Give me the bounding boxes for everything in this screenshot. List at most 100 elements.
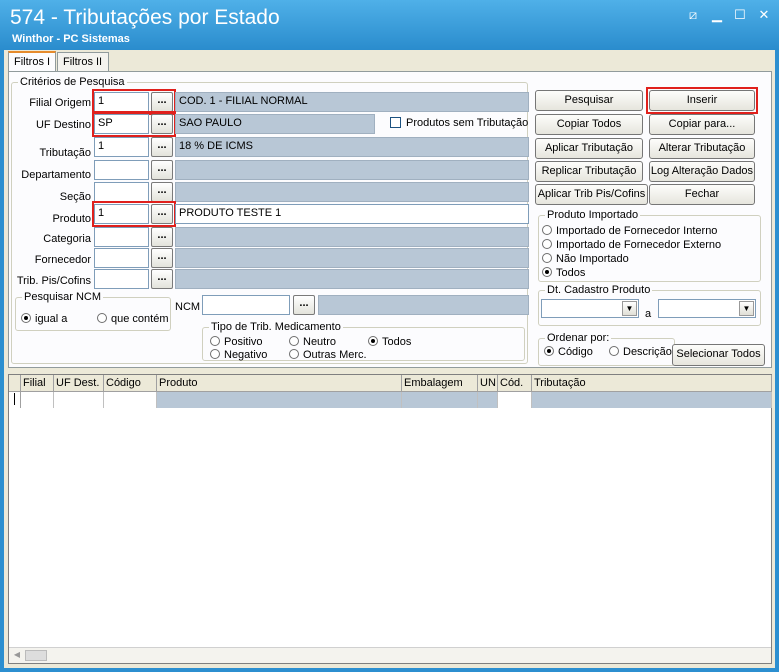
tipo-negativo-radio[interactable]: Negativo bbox=[210, 349, 267, 361]
nao-importado-label: Não Importado bbox=[556, 253, 629, 265]
dt-cadastro-a-label: a bbox=[645, 308, 652, 320]
grid-cell[interactable] bbox=[498, 392, 532, 408]
grid-header-un[interactable]: UN bbox=[478, 375, 498, 392]
tipo-positivo-radio[interactable]: Positivo bbox=[210, 336, 263, 348]
fornecedor-input[interactable] bbox=[94, 248, 149, 268]
horizontal-scrollbar[interactable]: ◀ bbox=[9, 647, 771, 663]
ordenar-descricao-radio[interactable]: Descrição bbox=[609, 346, 672, 358]
tributacao-input[interactable]: 1 bbox=[94, 137, 149, 157]
pesquisar-ncm-label: Pesquisar NCM bbox=[22, 291, 104, 303]
ordenar-codigo-radio[interactable]: Código bbox=[544, 346, 593, 358]
departamento-input[interactable] bbox=[94, 160, 149, 180]
selecionar-todos-button[interactable]: Selecionar Todos bbox=[672, 344, 765, 366]
radio-icon bbox=[289, 336, 299, 346]
categoria-desc bbox=[175, 227, 529, 247]
fornecedor-lookup-button[interactable]: ... bbox=[151, 248, 173, 268]
grid-header-tributacao[interactable]: Tributação bbox=[532, 375, 772, 392]
ncm-input[interactable] bbox=[202, 295, 290, 315]
results-grid[interactable]: Filial UF Dest. Código Produto Embalagem… bbox=[8, 374, 772, 664]
scroll-left-icon[interactable]: ◀ bbox=[11, 650, 23, 661]
copiar-todos-button[interactable]: Copiar Todos bbox=[535, 114, 643, 135]
importado-todos-radio[interactable]: Todos bbox=[542, 267, 585, 279]
grid-cell[interactable] bbox=[21, 392, 54, 408]
replicar-tributacao-button[interactable]: Replicar Tributação bbox=[535, 161, 643, 182]
grid-indicator-header bbox=[9, 375, 21, 392]
trib-pis-lookup-button[interactable]: ... bbox=[151, 269, 173, 289]
ncm-desc bbox=[318, 295, 529, 315]
grid-header-codigo[interactable]: Código bbox=[104, 375, 157, 392]
grid-cell[interactable] bbox=[157, 392, 402, 408]
grid-cell[interactable] bbox=[478, 392, 498, 408]
departamento-label: Departamento bbox=[21, 169, 91, 181]
highlight-inserir bbox=[646, 87, 758, 114]
aplicar-tributacao-button[interactable]: Aplicar Tributação bbox=[535, 138, 643, 159]
grid-header-produto[interactable]: Produto bbox=[157, 375, 402, 392]
categoria-lookup-button[interactable]: ... bbox=[151, 227, 173, 247]
ncm-igual-radio[interactable]: igual a bbox=[21, 313, 67, 325]
dt-cadastro-label: Dt. Cadastro Produto bbox=[545, 284, 653, 296]
secao-input[interactable] bbox=[94, 182, 149, 202]
filtros-panel: Critérios de Pesquisa Filial Origem 1 ..… bbox=[8, 71, 772, 368]
scroll-thumb[interactable] bbox=[25, 650, 47, 661]
grid-cell[interactable] bbox=[104, 392, 157, 408]
categoria-label: Categoria bbox=[43, 233, 91, 245]
importado-interno-label: Importado de Fornecedor Interno bbox=[556, 225, 718, 237]
tipo-todos-radio[interactable]: Todos bbox=[368, 336, 411, 348]
ordenar-label: Ordenar por: bbox=[545, 332, 612, 344]
trib-pis-desc bbox=[175, 269, 529, 289]
importado-externo-radio[interactable]: Importado de Fornecedor Externo bbox=[542, 239, 721, 251]
tributacao-lookup-button[interactable]: ... bbox=[151, 137, 173, 157]
copiar-para-button[interactable]: Copiar para... bbox=[649, 114, 755, 135]
tipo-positivo-label: Positivo bbox=[224, 336, 263, 348]
restore-icon[interactable]: ⧄ bbox=[686, 8, 700, 22]
close-icon[interactable]: ✕ bbox=[757, 8, 771, 22]
grid-cell[interactable] bbox=[402, 392, 478, 408]
criterios-label: Critérios de Pesquisa bbox=[18, 76, 127, 88]
tab-filtros-1[interactable]: Filtros I bbox=[8, 51, 56, 72]
grid-header-uf-dest[interactable]: UF Dest. bbox=[54, 375, 104, 392]
radio-icon bbox=[97, 313, 107, 323]
grid-header-cod[interactable]: Cód. bbox=[498, 375, 532, 392]
importado-externo-label: Importado de Fornecedor Externo bbox=[556, 239, 722, 251]
secao-lookup-button[interactable]: ... bbox=[151, 182, 173, 202]
trib-pis-input[interactable] bbox=[94, 269, 149, 289]
aplicar-trib-pis-button[interactable]: Aplicar Trib Pis/Cofins bbox=[535, 184, 648, 205]
window-subtitle: Winthor - PC Sistemas bbox=[12, 33, 130, 45]
minimize-icon[interactable]: ▁ bbox=[710, 8, 724, 22]
ordenar-codigo-label: Código bbox=[558, 346, 593, 358]
alterar-tributacao-button[interactable]: Alterar Tributação bbox=[649, 138, 755, 159]
categoria-input[interactable] bbox=[94, 227, 149, 247]
tributacao-desc: 18 % DE ICMS bbox=[175, 137, 529, 157]
grid-header-filial[interactable]: Filial bbox=[21, 375, 54, 392]
grid-cell[interactable] bbox=[54, 392, 104, 408]
radio-selected-icon bbox=[542, 267, 552, 277]
ncm-lookup-button[interactable]: ... bbox=[293, 295, 315, 315]
tipo-trib-label: Tipo de Trib. Medicamento bbox=[209, 321, 343, 333]
ncm-contem-radio[interactable]: que contém bbox=[97, 313, 168, 325]
chevron-down-icon: ▼ bbox=[739, 301, 754, 316]
log-alteracao-button[interactable]: Log Alteração Dados bbox=[649, 161, 755, 182]
pesquisar-button[interactable]: Pesquisar bbox=[535, 90, 643, 111]
tipo-outras-radio[interactable]: Outras Merc. bbox=[289, 349, 367, 361]
grid-cell[interactable] bbox=[532, 392, 772, 408]
importado-interno-radio[interactable]: Importado de Fornecedor Interno bbox=[542, 225, 717, 237]
uf-destino-label: UF Destino bbox=[35, 119, 91, 131]
radio-icon bbox=[210, 349, 220, 359]
departamento-desc bbox=[175, 160, 529, 180]
nao-importado-radio[interactable]: Não Importado bbox=[542, 253, 629, 265]
tipo-neutro-label: Neutro bbox=[303, 336, 337, 348]
fornecedor-desc bbox=[175, 248, 529, 268]
tipo-neutro-radio[interactable]: Neutro bbox=[289, 336, 336, 348]
filial-origem-label: Filial Origem bbox=[29, 97, 91, 109]
dt-cadastro-fim-combo[interactable]: ▼ bbox=[658, 299, 756, 318]
maximize-icon[interactable]: ☐ bbox=[733, 8, 747, 22]
dt-cadastro-inicio-combo[interactable]: ▼ bbox=[541, 299, 639, 318]
tab-filtros-2[interactable]: Filtros II bbox=[57, 52, 109, 72]
grid-header-embalagem[interactable]: Embalagem bbox=[402, 375, 478, 392]
produtos-sem-trib-checkbox[interactable]: Produtos sem Tributação bbox=[390, 117, 528, 129]
departamento-lookup-button[interactable]: ... bbox=[151, 160, 173, 180]
produto-label: Produto bbox=[52, 213, 91, 225]
ordenar-descricao-label: Descrição bbox=[623, 346, 672, 358]
fechar-button[interactable]: Fechar bbox=[649, 184, 755, 205]
uf-destino-desc: SAO PAULO bbox=[175, 114, 375, 134]
